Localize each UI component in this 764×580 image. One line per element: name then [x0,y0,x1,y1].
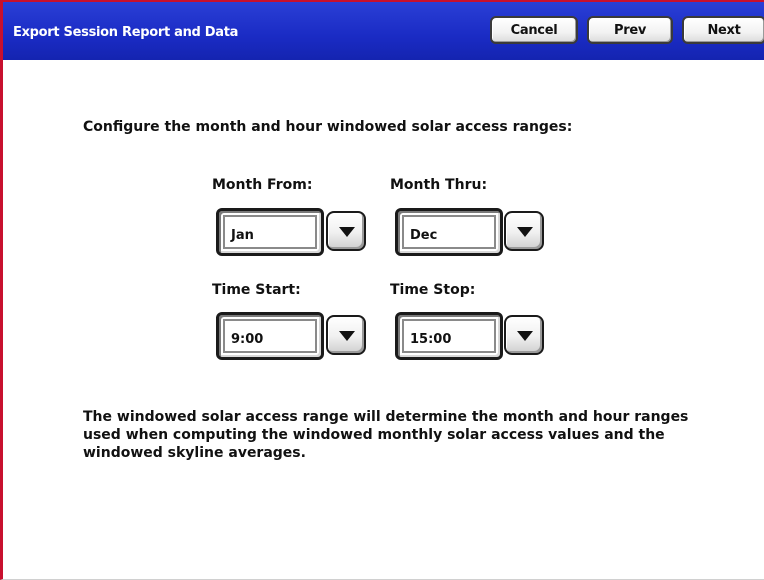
month-thru-field[interactable]: Dec [395,208,503,256]
month-thru-value: Dec [410,228,438,243]
time-stop-field[interactable]: 15:00 [395,312,503,360]
month-thru-dropdown-button[interactable] [504,211,544,251]
triangle-down-icon [339,227,355,237]
description-text: The windowed solar access range will det… [83,409,689,461]
time-start-value: 9:00 [231,332,264,347]
time-start-field-inner: 9:00 [223,319,317,353]
month-from-dropdown-button[interactable] [326,211,366,251]
triangle-down-icon [517,227,533,237]
prev-button[interactable]: Prev [587,16,673,44]
cancel-button[interactable]: Cancel [490,16,578,44]
month-from-field-inner: Jan [223,215,317,249]
time-start-label: Time Start: [212,282,301,298]
window-frame [0,0,764,580]
time-stop-value: 15:00 [410,332,452,347]
triangle-down-icon [517,331,533,341]
time-start-dropdown-button[interactable] [326,315,366,355]
window-title: Export Session Report and Data [13,25,239,40]
month-thru-label: Month Thru: [390,177,488,193]
time-stop-field-inner: 15:00 [402,319,496,353]
month-from-value: Jan [231,228,254,243]
time-start-field[interactable]: 9:00 [216,312,324,360]
time-stop-dropdown-button[interactable] [504,315,544,355]
time-stop-label: Time Stop: [390,282,476,298]
next-button[interactable]: Next [682,16,764,44]
month-thru-field-inner: Dec [402,215,496,249]
triangle-down-icon [339,331,355,341]
month-from-field[interactable]: Jan [216,208,324,256]
instruction-text: Configure the month and hour windowed so… [83,119,573,135]
month-from-label: Month From: [212,177,313,193]
